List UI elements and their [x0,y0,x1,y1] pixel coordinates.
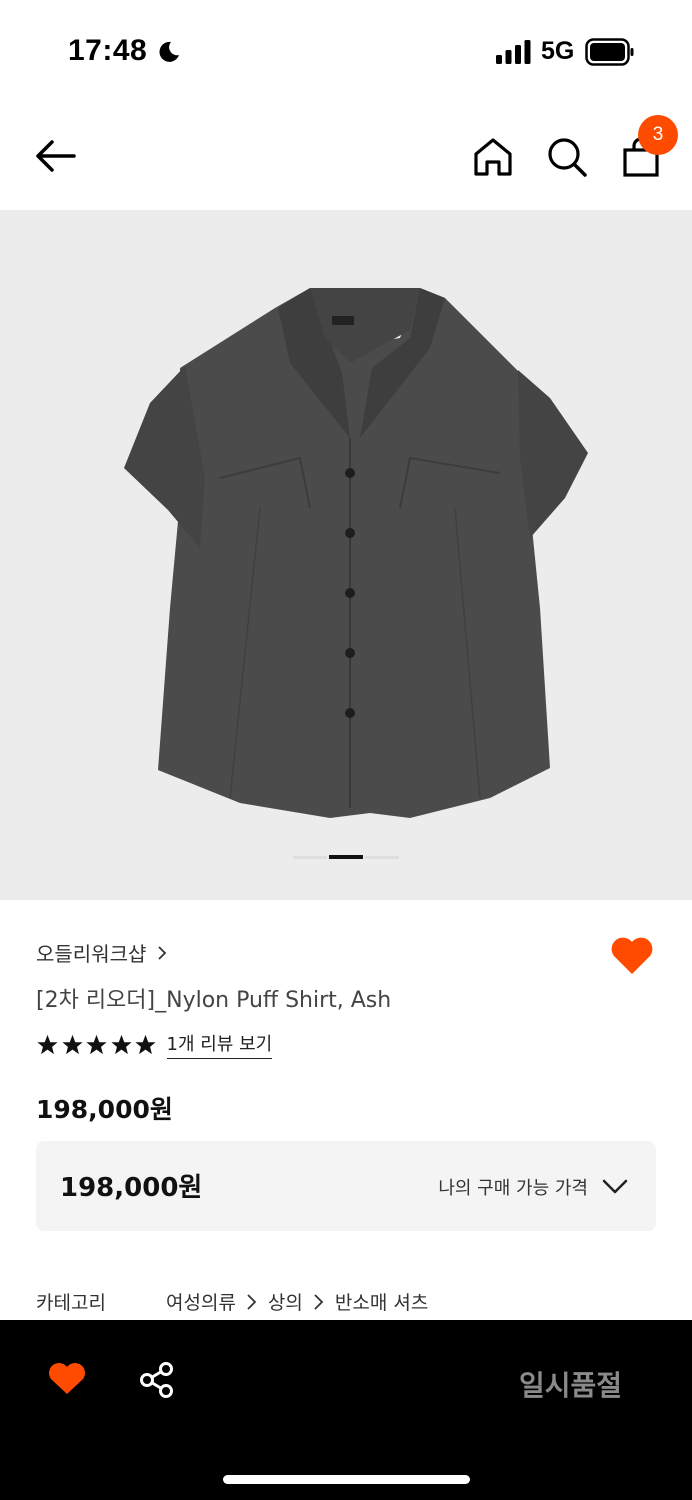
home-icon[interactable] [470,134,516,180]
battery-icon [585,38,634,66]
sold-out-button[interactable]: 일시품절 [519,1364,622,1404]
product-image [124,288,588,818]
rating-row: 1개 리뷰 보기 [36,1030,273,1059]
home-indicator [223,1475,470,1484]
chevron-down-icon [602,1179,628,1194]
signal-icon [496,40,531,64]
brand-name: 오들리워크샵 [36,942,147,966]
star-icon [135,1034,156,1054]
cart-count-badge: 3 [638,115,678,155]
category-level-1[interactable]: 여성의류 [166,1288,236,1315]
star-icon [86,1034,107,1054]
category-label: 카테고리 [36,1292,106,1314]
product-price: 198,000원 [36,1095,173,1124]
share-icon[interactable] [138,1360,176,1400]
gallery-dot-active[interactable] [329,855,363,859]
status-bar: 17:48 5G [0,0,692,100]
category-breadcrumb: 카테고리 여성의류 상의 반소매 셔츠 [36,1288,428,1315]
bottom-action-bar: 일시품절 [0,1320,692,1500]
gallery-dot[interactable] [293,856,327,859]
chevron-right-icon [247,1293,257,1310]
star-icon [61,1034,83,1054]
star-icon [37,1034,58,1054]
back-arrow-icon[interactable] [30,134,82,178]
review-link[interactable]: 1개 리뷰 보기 [166,1030,273,1059]
gallery-pagination [293,855,399,861]
star-icon [110,1034,132,1054]
category-level-2[interactable]: 상의 [268,1288,303,1315]
product-title: [2차 리오더]_Nylon Puff Shirt, Ash [36,988,392,1013]
rating-stars [36,1034,159,1056]
my-price-amount: 198,000원 [60,1173,203,1203]
heart-icon[interactable] [48,1362,86,1396]
product-image-gallery[interactable] [0,210,692,900]
my-price-dropdown[interactable]: 198,000원 나의 구매 가능 가격 [36,1141,656,1231]
gallery-dot[interactable] [365,856,399,859]
chevron-right-icon [314,1293,324,1310]
chevron-right-icon [158,945,167,960]
my-price-label: 나의 구매 가능 가격 [438,1178,588,1199]
moon-icon [159,41,179,62]
brand-link[interactable]: 오들리워크샵 [36,938,168,967]
network-type: 5G [541,37,575,65]
category-level-3[interactable]: 반소매 셔츠 [335,1288,428,1315]
status-time: 17:48 [68,34,148,67]
top-nav [0,100,692,210]
heart-icon[interactable] [610,936,654,976]
search-icon[interactable] [544,134,590,180]
